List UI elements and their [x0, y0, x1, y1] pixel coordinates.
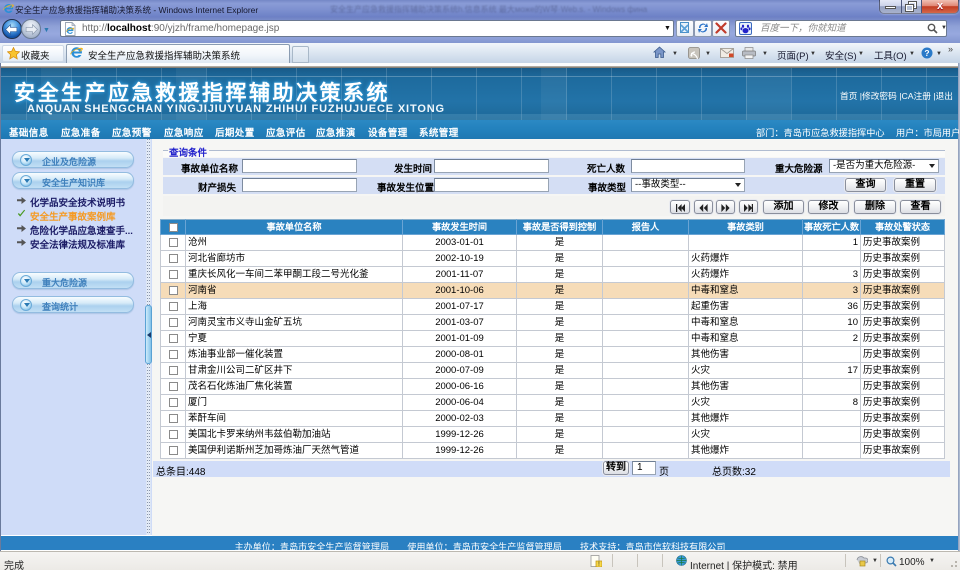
svg-text:?: ? [924, 48, 929, 58]
